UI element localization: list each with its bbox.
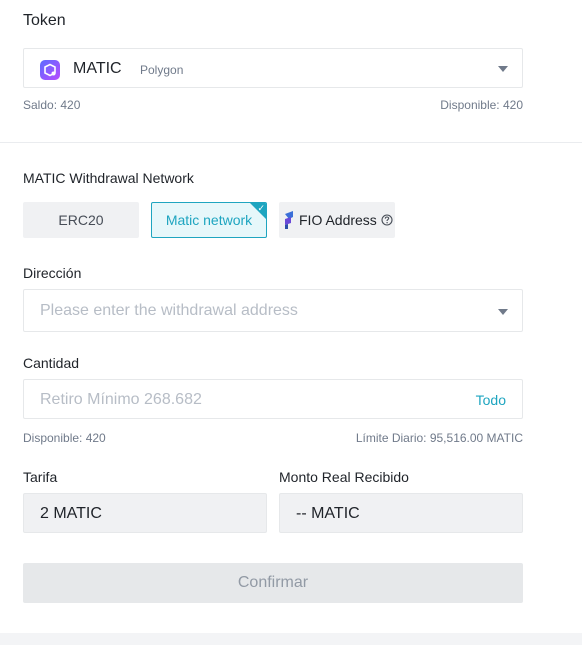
token-select[interactable]: MATIC Polygon [23,48,523,88]
help-icon[interactable] [381,214,393,226]
received-amount-value: -- MATIC [296,505,360,522]
chevron-down-icon[interactable] [498,309,508,315]
amount-label: Cantidad [23,355,80,371]
network-option-erc20[interactable]: ERC20 [23,202,139,238]
daily-limit-label: Límite Diario: 95,516.00 MATIC [355,431,523,445]
network-option-label: FIO Address [299,212,377,228]
network-option-label: ERC20 [58,212,104,228]
address-placeholder: Please enter the withdrawal address [40,302,298,319]
fee-label: Tarifa [23,469,58,485]
network-option-label: Matic network [165,212,253,228]
fee-value: 2 MATIC [40,505,102,522]
network-option-fio[interactable]: FIO Address [279,202,395,238]
amount-placeholder: Retiro Mínimo 268.682 [40,391,202,408]
fee-field: 2 MATIC [23,493,267,533]
amount-available-label: Disponible: 420 [23,431,106,445]
chevron-down-icon [498,66,508,72]
token-network-name: Polygon [140,63,184,77]
address-input[interactable]: Please enter the withdrawal address [23,289,523,332]
fio-logo-icon [285,211,293,229]
token-name: MATIC [73,60,122,77]
divider [0,142,582,143]
network-section-title: MATIC Withdrawal Network [23,170,194,186]
matic-token-icon [40,60,60,80]
balance-label: Saldo: 420 [23,98,81,112]
amount-input[interactable]: Retiro Mínimo 268.682 Todo [23,379,523,419]
token-section-title: Token [23,12,66,29]
address-label: Dirección [23,265,82,281]
max-amount-button[interactable]: Todo [476,392,506,408]
confirm-button[interactable]: Confirmar [23,563,523,603]
received-amount-field: -- MATIC [279,493,523,533]
available-balance-label: Disponible: 420 [440,98,523,112]
check-icon: ✓ [257,203,265,213]
network-option-matic[interactable]: Matic network ✓ [151,202,267,238]
bottom-divider-strip [0,633,582,645]
received-amount-label: Monto Real Recibido [279,469,409,485]
